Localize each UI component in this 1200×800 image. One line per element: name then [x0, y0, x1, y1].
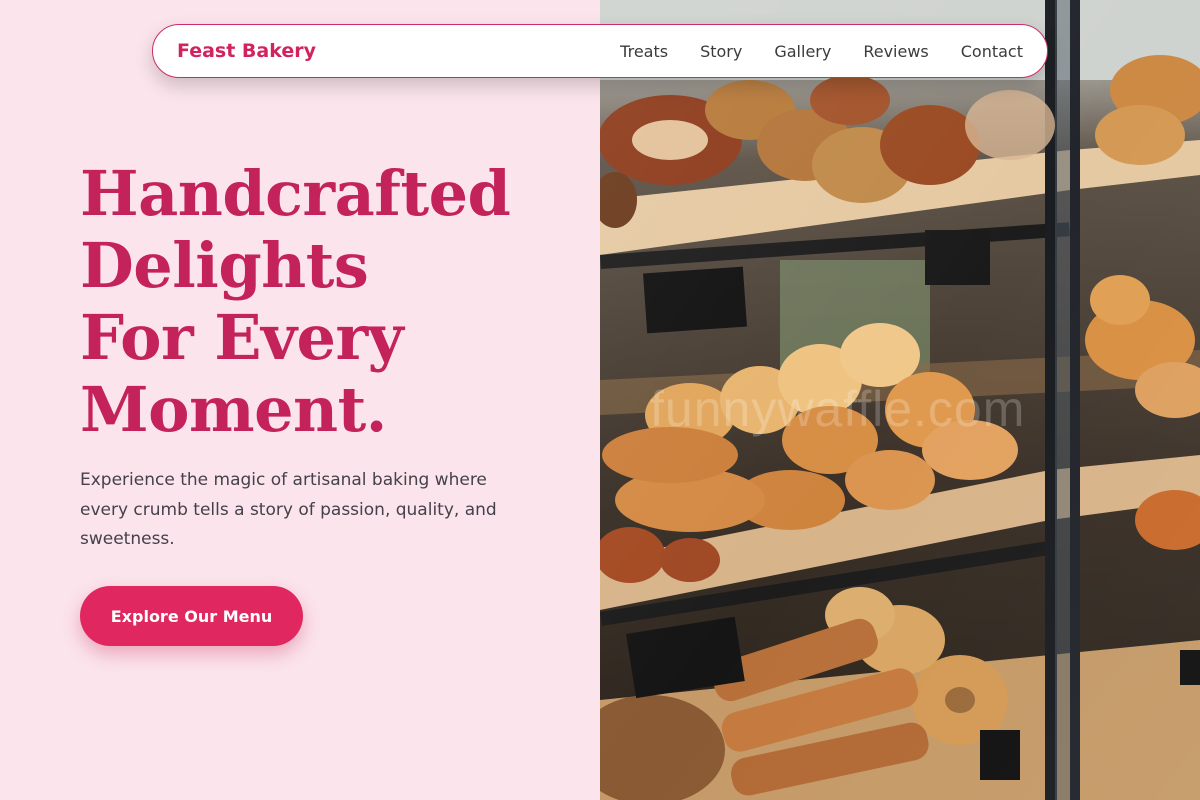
nav-link-story[interactable]: Story — [700, 42, 742, 61]
nav-link-contact[interactable]: Contact — [961, 42, 1023, 61]
brand-logo-text[interactable]: Feast Bakery — [177, 40, 316, 62]
watermark-text: funnywaffle.com — [650, 381, 1026, 437]
hero-title-line-1: Handcrafted — [80, 157, 511, 230]
hero-title-line-3: For Every — [80, 301, 404, 374]
hero-photo: funnywaffle.com — [600, 0, 1200, 800]
nav-links: Treats Story Gallery Reviews Contact — [620, 42, 1023, 61]
nav-link-treats[interactable]: Treats — [620, 42, 668, 61]
explore-menu-button[interactable]: Explore Our Menu — [80, 586, 303, 646]
hero-title: Handcrafted Delights For Every Moment. — [80, 158, 580, 446]
hero-description: Experience the magic of artisanal baking… — [80, 470, 497, 549]
navbar: Feast Bakery Treats Story Gallery Review… — [152, 24, 1048, 78]
nav-link-gallery[interactable]: Gallery — [774, 42, 831, 61]
hero-title-line-2: Delights — [80, 229, 369, 302]
hero-title-line-4: Moment. — [80, 373, 387, 446]
nav-link-reviews[interactable]: Reviews — [863, 42, 928, 61]
